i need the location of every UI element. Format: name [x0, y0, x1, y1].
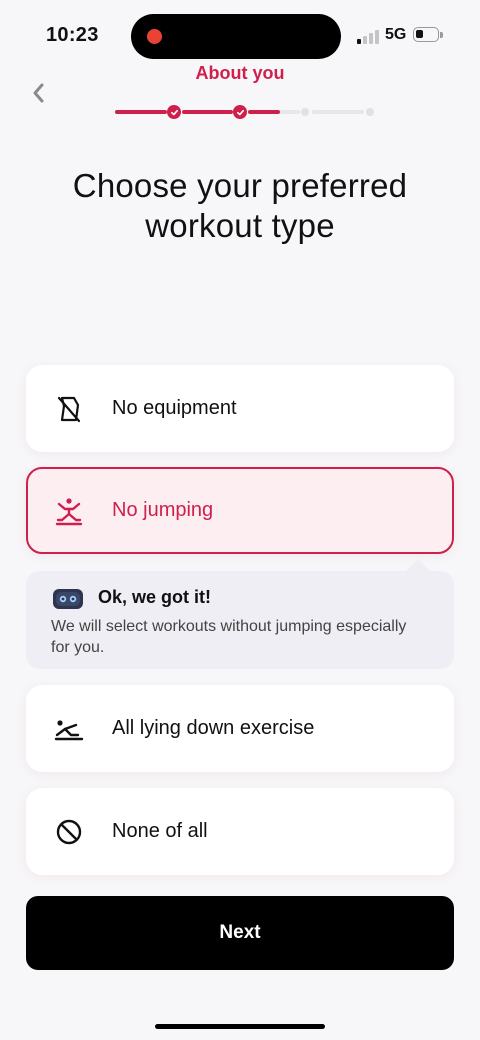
option-none-of-all[interactable]: None of all [26, 788, 454, 875]
option-no-jumping[interactable]: No jumping [26, 467, 454, 554]
recording-indicator-icon [147, 29, 162, 44]
home-indicator[interactable] [155, 1024, 325, 1029]
cellular-signal-icon [357, 28, 379, 44]
battery-tip [440, 32, 443, 38]
no-jumping-icon [55, 498, 83, 526]
prohibited-icon [56, 819, 82, 845]
progress-segment-remaining [312, 110, 364, 114]
info-title: Ok, we got it! [98, 587, 212, 607]
info-box: Ok, we got it! We will select workouts w… [26, 559, 454, 669]
option-no-equipment[interactable]: No equipment [26, 365, 454, 452]
option-label: No jumping [112, 499, 214, 521]
progress-segment-remaining [280, 110, 300, 114]
option-label: No equipment [112, 397, 237, 419]
step-dot [301, 108, 309, 116]
info-pointer [406, 559, 430, 571]
next-button[interactable]: Next [26, 896, 454, 970]
option-all-lying-down[interactable]: All lying down exercise [26, 685, 454, 772]
step-dot [366, 108, 374, 116]
robot-icon [53, 589, 83, 609]
status-time: 10:23 [46, 24, 99, 46]
network-type: 5G [385, 26, 407, 43]
dynamic-island [131, 14, 341, 59]
no-equipment-icon [57, 396, 81, 423]
status-bar: 10:23 5G [0, 0, 480, 60]
progress-segment-current [248, 110, 280, 114]
progress-segment-done [115, 110, 167, 114]
info-text: We will select workouts without jumping … [51, 618, 407, 656]
page-title: Choose your preferred workout type [72, 167, 408, 244]
option-label: None of all [112, 820, 208, 842]
section-title: About you [195, 63, 285, 83]
progress-indicator [0, 100, 480, 124]
step-complete-check-icon [167, 105, 181, 119]
lying-down-icon [54, 720, 84, 741]
progress-segment-done [182, 110, 233, 114]
step-complete-check-icon [233, 105, 247, 119]
option-label: All lying down exercise [112, 717, 315, 739]
battery-icon [413, 27, 439, 42]
